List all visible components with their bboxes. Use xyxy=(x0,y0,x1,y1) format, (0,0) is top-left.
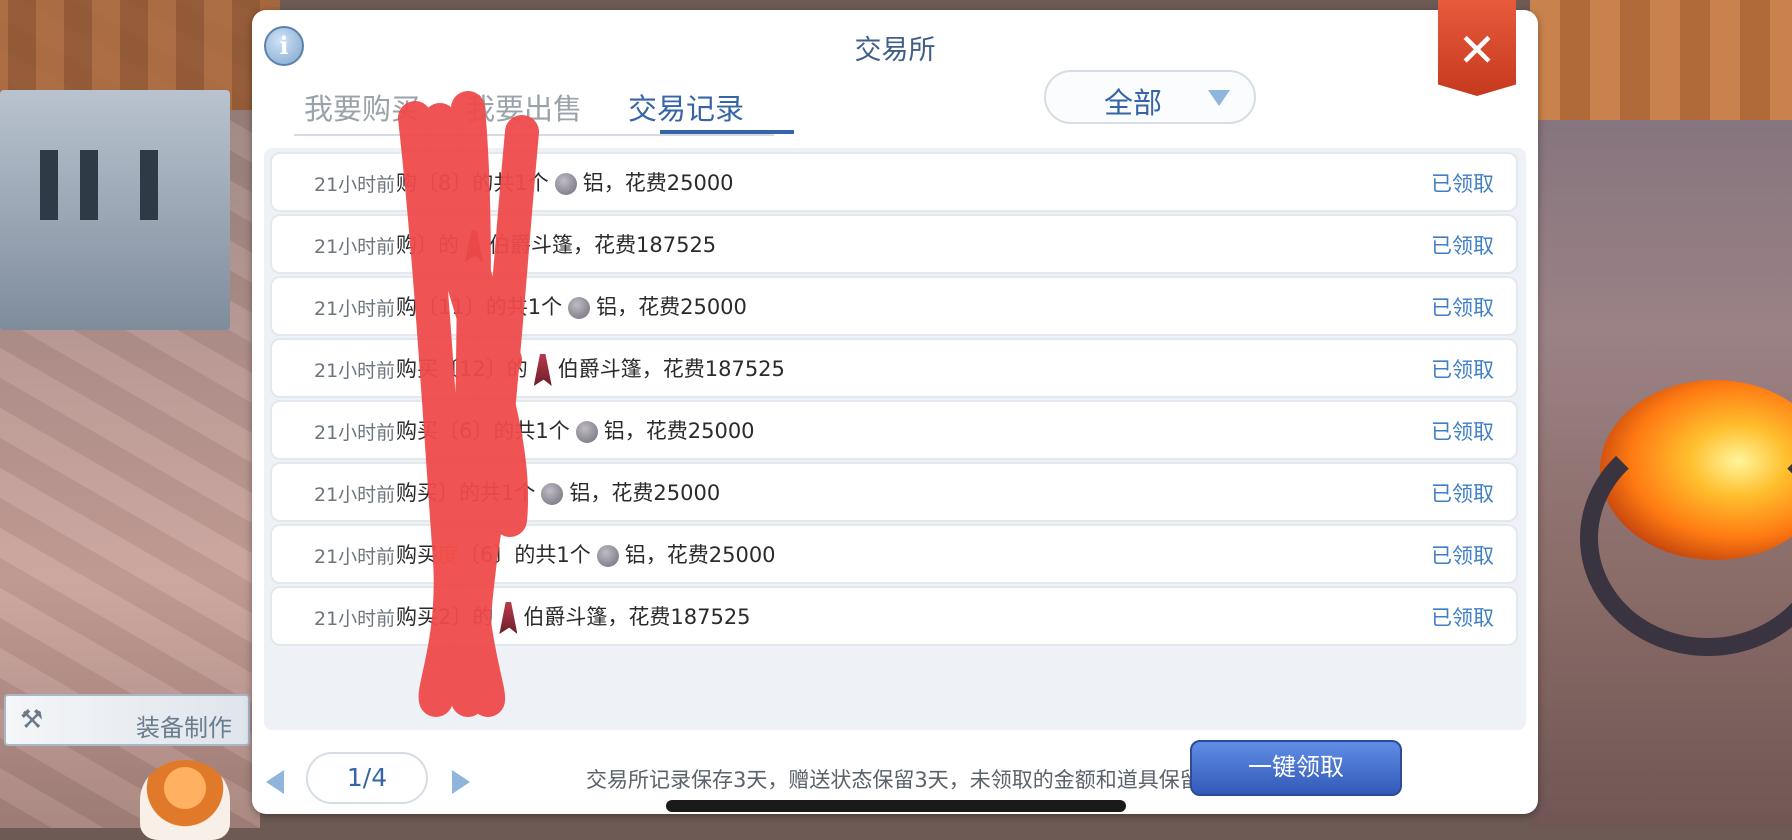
close-icon: ✕ xyxy=(1457,23,1497,77)
record-action: 购买 xyxy=(396,357,438,381)
exchange-panel: i 交易所 ✕ 我要购买 我要出售 交易记录 全部 21小时前 购〔8〕的共1个… xyxy=(252,0,1538,814)
close-button[interactable]: ✕ xyxy=(1438,0,1516,96)
record-item: 铝，花费25000 xyxy=(596,295,747,319)
record-detail: 〔12〕的 xyxy=(438,357,528,381)
record-action: 购 xyxy=(396,295,417,319)
record-time: 21小时前 xyxy=(314,298,396,320)
tab-sell[interactable]: 我要出售 xyxy=(466,86,582,128)
trade-record-row: 21小时前 购买度〔6〕的共1个 铝，花费25000 已领取 xyxy=(270,524,1518,584)
coin-icon xyxy=(568,297,591,319)
record-item-name: 度 xyxy=(438,543,459,567)
record-time: 21小时前 xyxy=(314,236,396,258)
trade-record-row: 21小时前 购买2〕的 伯爵斗篷，花费187525 已领取 xyxy=(270,586,1518,646)
dropdown-arrow-icon xyxy=(1208,90,1230,106)
record-action: 购买 xyxy=(396,481,438,505)
record-text: 购〕的 伯爵斗篷，花费187525 xyxy=(396,229,716,262)
record-text: 购买〕的共1个 铝，花费25000 xyxy=(396,477,720,507)
status-claimed: 已领取 xyxy=(1431,482,1494,506)
building-window xyxy=(140,150,158,220)
record-text: 购买〔6〕的共1个 铝，花费25000 xyxy=(396,415,755,445)
page-indicator: 1/4 xyxy=(306,752,428,804)
next-page-icon[interactable] xyxy=(452,770,470,794)
record-action: 购买 xyxy=(396,419,438,443)
prev-page-icon[interactable] xyxy=(266,770,284,794)
retention-notice: 交易所记录保存3天，赠送状态保留3天，未领取的金额和道具保留30天 xyxy=(586,768,1249,792)
character-avatar xyxy=(140,760,230,840)
record-item: 铝，花费25000 xyxy=(582,171,734,195)
record-detail: 〔6〕的共1个 xyxy=(438,419,570,443)
record-text: 购买度〔6〕的共1个 铝，花费25000 xyxy=(396,539,776,569)
cape-icon xyxy=(499,602,518,634)
claim-all-button[interactable]: 一键领取 xyxy=(1190,740,1402,796)
record-item: 铝，花费25000 xyxy=(569,481,721,505)
home-indicator[interactable] xyxy=(666,800,1126,812)
trade-record-row: 21小时前 购买〕的共1个 铝，花费25000 已领取 xyxy=(270,462,1518,522)
record-time: 21小时前 xyxy=(314,484,396,506)
record-action: 购买 xyxy=(396,605,438,629)
filter-value: 全部 xyxy=(1104,86,1163,120)
record-time: 21小时前 xyxy=(314,174,396,196)
trade-record-row: 21小时前 购〕的 伯爵斗篷，花费187525 已领取 xyxy=(270,214,1518,274)
tab-bar: 我要购买 我要出售 交易记录 xyxy=(294,80,794,136)
building-window xyxy=(80,150,98,220)
record-item: 伯爵斗篷，花费187525 xyxy=(523,605,751,629)
coin-icon xyxy=(554,173,577,195)
record-item: 铝，花费25000 xyxy=(624,543,776,567)
coin-icon xyxy=(596,545,619,567)
trade-record-row: 21小时前 购〔8〕的共1个 铝，花费25000 已领取 xyxy=(270,152,1518,212)
coin-icon xyxy=(575,421,598,443)
side-menu-label: 装备制作 xyxy=(136,714,232,742)
cape-icon xyxy=(533,354,552,386)
status-claimed: 已领取 xyxy=(1431,296,1494,320)
record-detail: 2〕的 xyxy=(438,605,494,629)
trade-record-row: 21小时前 购〔11〕的共1个 铝，花费25000 已领取 xyxy=(270,276,1518,336)
trade-record-row: 21小时前 购买〔6〕的共1个 铝，花费25000 已领取 xyxy=(270,400,1518,460)
status-claimed: 已领取 xyxy=(1431,420,1494,444)
status-claimed: 已领取 xyxy=(1431,544,1494,568)
record-time: 21小时前 xyxy=(314,422,396,444)
record-text: 购〔8〕的共1个 铝，花费25000 xyxy=(396,167,734,197)
record-action: 购 xyxy=(396,171,417,195)
trade-record-row: 21小时前 购买〔12〕的 伯爵斗篷，花费187525 已领取 xyxy=(270,338,1518,398)
active-tab-indicator xyxy=(660,130,794,134)
record-text: 购买2〕的 伯爵斗篷，花费187525 xyxy=(396,601,751,634)
record-item: 伯爵斗篷，花费187525 xyxy=(557,357,785,381)
background-building xyxy=(0,90,230,330)
anvil-icon: ⚒ xyxy=(20,705,44,735)
record-detail: 〔8〕的共1个 xyxy=(417,171,549,195)
record-detail: 〔11〕的共1个 xyxy=(417,295,563,319)
record-item: 伯爵斗篷，花费187525 xyxy=(489,233,717,257)
record-time: 21小时前 xyxy=(314,546,396,568)
record-text: 购买〔12〕的 伯爵斗篷，花费187525 xyxy=(396,353,785,386)
record-item: 铝，花费25000 xyxy=(603,419,755,443)
side-menu-equipment-crafting[interactable]: ⚒ 装备制作 xyxy=(4,694,250,746)
trade-record-list[interactable]: 21小时前 购〔8〕的共1个 铝，花费25000 已领取 21小时前 购〕的 伯爵斗… xyxy=(264,148,1526,730)
tab-trade-history[interactable]: 交易记录 xyxy=(628,86,744,128)
record-action: 购买 xyxy=(396,543,438,567)
record-detail: 〕的 xyxy=(417,233,459,257)
record-time: 21小时前 xyxy=(314,360,396,382)
coin-icon xyxy=(541,483,564,505)
filter-dropdown[interactable]: 全部 xyxy=(1044,70,1256,124)
tab-buy[interactable]: 我要购买 xyxy=(304,86,420,128)
status-claimed: 已领取 xyxy=(1431,234,1494,258)
record-text: 购〔11〕的共1个 铝，花费25000 xyxy=(396,291,747,321)
status-claimed: 已领取 xyxy=(1431,358,1494,382)
building-window xyxy=(40,150,58,220)
record-detail: 〕的共1个 xyxy=(438,481,536,505)
status-claimed: 已领取 xyxy=(1431,172,1494,196)
status-claimed: 已领取 xyxy=(1431,606,1494,630)
background-roof-right xyxy=(1530,0,1792,120)
cape-icon xyxy=(465,230,483,262)
record-detail: 〔6〕的共1个 xyxy=(459,543,591,567)
panel-title: 交易所 xyxy=(854,35,936,66)
record-time: 21小时前 xyxy=(314,608,396,630)
record-action: 购 xyxy=(396,233,417,257)
